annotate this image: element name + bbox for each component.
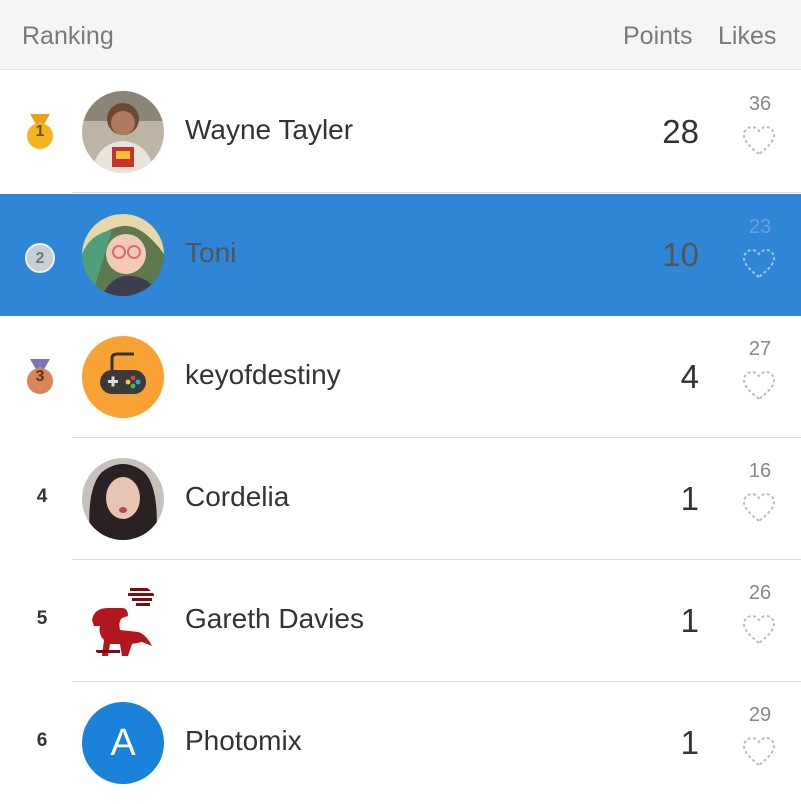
likes-count: 36 — [748, 93, 772, 115]
likes-count: 27 — [748, 338, 772, 360]
avatar[interactable] — [82, 580, 164, 662]
avatar[interactable] — [82, 214, 164, 296]
user-name: Cordelia — [185, 481, 290, 512]
ranking-column-header: Ranking — [22, 22, 114, 50]
likes-count: 29 — [748, 704, 772, 726]
leaderboard-row[interactable]: 6 A Photomix 1 29 — [0, 682, 801, 804]
rank-number: 3 — [35, 368, 45, 385]
points-value: 10 — [662, 236, 699, 273]
heart-icon[interactable] — [742, 492, 776, 524]
leaderboard-row[interactable]: 3 keyofdestiny 4 27 — [0, 316, 801, 438]
avatar-letter: A — [110, 722, 136, 764]
leaderboard-row-selected[interactable]: 2 Toni 10 23 — [0, 194, 801, 316]
likes-count: 23 — [748, 216, 772, 238]
dinosaur-icon — [92, 588, 154, 656]
user-name: keyofdestiny — [185, 359, 341, 390]
rank-number: 1 — [35, 123, 45, 140]
points-value: 4 — [680, 358, 699, 395]
user-name: Wayne Tayler — [185, 114, 354, 145]
leaderboard-row[interactable]: 1 Wayne Tayler 28 36 — [0, 71, 801, 193]
likes-count: 16 — [748, 460, 772, 482]
leaderboard-row[interactable]: 4 Cordelia 1 16 — [0, 438, 801, 560]
likes-count: 26 — [748, 582, 772, 604]
heart-icon[interactable] — [742, 736, 776, 768]
row-divider — [72, 192, 801, 193]
points-value: 1 — [680, 480, 699, 517]
rank-number: 2 — [35, 250, 45, 267]
leaderboard-header: Ranking Points Likes — [0, 0, 801, 70]
user-name: Toni — [185, 237, 237, 268]
heart-icon[interactable] — [742, 614, 776, 646]
gamepad-icon — [100, 352, 146, 394]
points-value: 1 — [680, 724, 699, 761]
avatar[interactable] — [82, 336, 164, 418]
avatar[interactable] — [82, 458, 164, 540]
rank-number: 4 — [36, 486, 48, 507]
likes-column-header: Likes — [718, 22, 777, 50]
rank-number: 5 — [36, 608, 48, 629]
user-name: Photomix — [185, 725, 302, 756]
heart-icon[interactable] — [742, 248, 776, 280]
heart-icon[interactable] — [742, 370, 776, 402]
user-name: Gareth Davies — [185, 603, 364, 634]
points-column-header: Points — [623, 22, 693, 50]
points-value: 28 — [662, 113, 699, 150]
leaderboard-row[interactable]: 5 Gareth Davies 1 26 — [0, 560, 801, 682]
points-value: 1 — [680, 602, 699, 639]
avatar[interactable]: A — [82, 702, 164, 784]
rank-number: 6 — [36, 730, 48, 751]
heart-icon[interactable] — [742, 125, 776, 157]
avatar[interactable] — [82, 91, 164, 173]
